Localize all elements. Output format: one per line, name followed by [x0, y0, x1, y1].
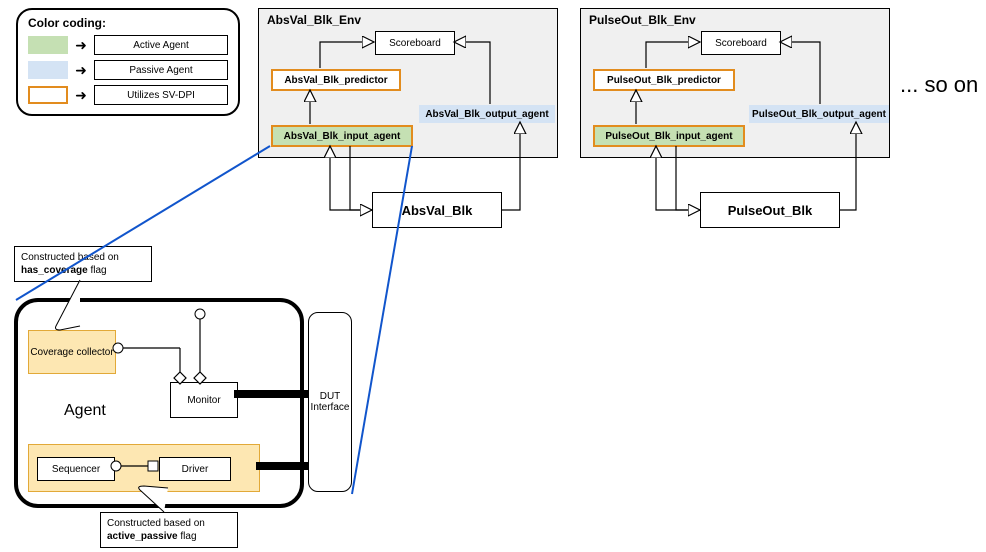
callout-text: flag	[178, 531, 197, 542]
arrow-icon: ➜	[74, 62, 88, 79]
legend-panel: Color coding: ➜ Active Agent ➜ Passive A…	[16, 8, 240, 116]
pulseout-input-agent: PulseOut_Blk_input_agent	[593, 125, 745, 147]
legend-title: Color coding:	[28, 16, 228, 30]
coverage-collector: Coverage collector	[28, 330, 116, 374]
pulseout-output-agent: PulseOut_Blk_output_agent	[749, 105, 889, 123]
agent-frame: Agent Coverage collector Monitor Sequenc…	[14, 298, 304, 508]
legend-label-dpi: Utilizes SV-DPI	[94, 85, 228, 105]
callout-text: flag	[88, 265, 107, 276]
sequencer-driver-group: Sequencer Driver	[28, 444, 260, 492]
absval-predictor: AbsVal_Blk_predictor	[271, 69, 401, 91]
so-on-text: ... so on	[900, 72, 978, 98]
arrow-icon: ➜	[74, 87, 88, 104]
pulseout-scoreboard: Scoreboard	[701, 31, 781, 55]
arrow-icon: ➜	[74, 37, 88, 54]
callout-text: Constructed based on	[107, 518, 205, 529]
sequencer-box: Sequencer	[37, 457, 115, 481]
monitor-box: Monitor	[170, 382, 238, 418]
swatch-active	[28, 36, 68, 54]
pulseout-env: PulseOut_Blk_Env Scoreboard PulseOut_Blk…	[580, 8, 890, 158]
absval-dut: AbsVal_Blk	[372, 192, 502, 228]
swatch-passive	[28, 61, 68, 79]
driver-box: Driver	[159, 457, 231, 481]
callout-flag: has_coverage	[21, 265, 88, 276]
legend-label-active: Active Agent	[94, 35, 228, 55]
callout-text: Constructed based on	[21, 252, 119, 263]
swatch-dpi	[28, 86, 68, 104]
legend-row-passive: ➜ Passive Agent	[28, 59, 228, 81]
pulseout-env-title: PulseOut_Blk_Env	[589, 13, 696, 27]
pulseout-predictor: PulseOut_Blk_predictor	[593, 69, 735, 91]
legend-label-passive: Passive Agent	[94, 60, 228, 80]
callout-flag: active_passive	[107, 531, 178, 542]
legend-row-active: ➜ Active Agent	[28, 34, 228, 56]
callout-active-passive: Constructed based on active_passive flag	[100, 512, 238, 548]
absval-scoreboard: Scoreboard	[375, 31, 455, 55]
absval-env-title: AbsVal_Blk_Env	[267, 13, 361, 27]
legend-row-dpi: ➜ Utilizes SV-DPI	[28, 84, 228, 106]
absval-env: AbsVal_Blk_Env Scoreboard AbsVal_Blk_pre…	[258, 8, 558, 158]
absval-input-agent: AbsVal_Blk_input_agent	[271, 125, 413, 147]
agent-title: Agent	[64, 402, 106, 420]
absval-output-agent: AbsVal_Blk_output_agent	[419, 105, 555, 123]
dut-interface: DUT Interface	[308, 312, 352, 492]
pulseout-dut: PulseOut_Blk	[700, 192, 840, 228]
callout-has-coverage: Constructed based on has_coverage flag	[14, 246, 152, 282]
